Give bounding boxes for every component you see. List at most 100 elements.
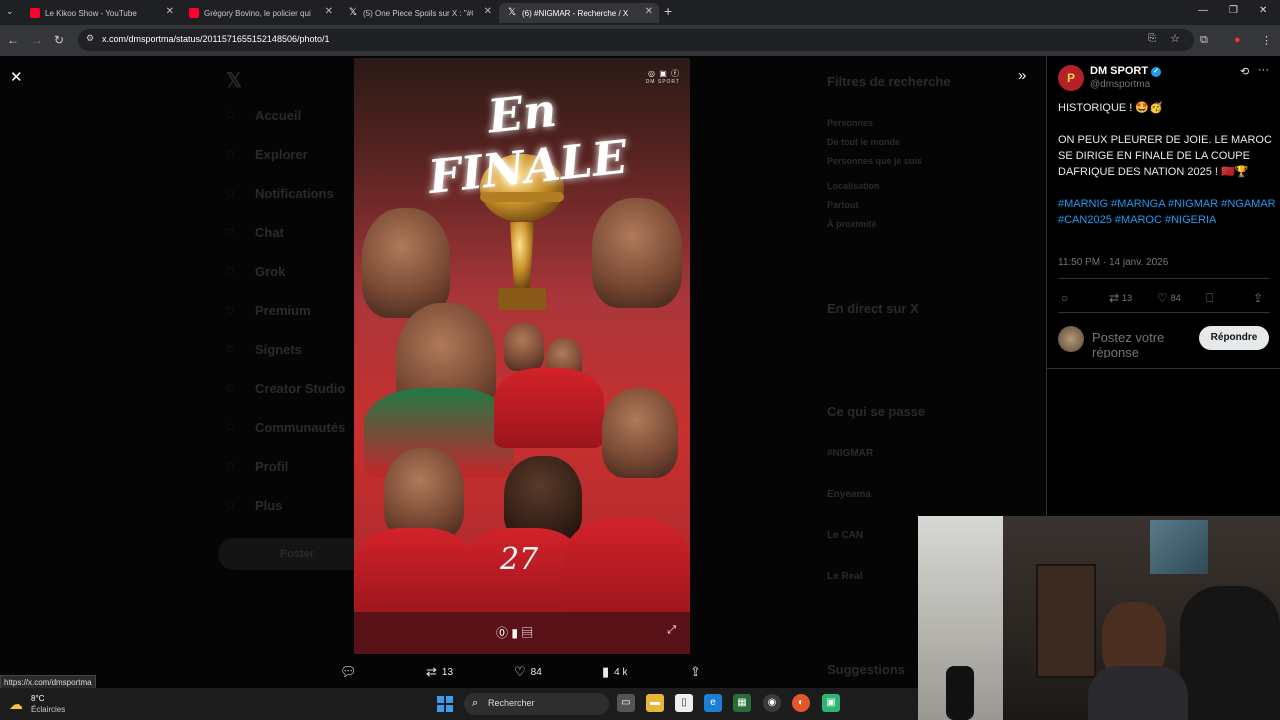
background-live-title: En direct sur X <box>827 301 919 316</box>
weather-icon[interactable]: ☁ <box>9 696 23 713</box>
post-detail-panel: P DM SPORT ✓ @dmsportma ⟲ ··· HISTORIQUE … <box>1046 56 1280 516</box>
forward-icon[interactable]: → <box>31 33 43 47</box>
player-jersey <box>564 518 690 618</box>
tab-youtube-2[interactable]: Grégory Bovino, le policier qui ✕ <box>181 3 339 23</box>
reply-submit-button[interactable]: Répondre <box>1199 326 1269 350</box>
views-action[interactable]: ▮ 4 k <box>602 664 628 680</box>
panel-like-button[interactable]: ♡ 84 <box>1157 291 1181 305</box>
repost-icon: ⇄ <box>1109 291 1120 305</box>
views-count: 4 k <box>614 666 628 678</box>
close-tab-icon[interactable]: ✕ <box>325 6 333 17</box>
background-trend-item: Le CAN <box>827 530 864 541</box>
close-tab-icon[interactable]: ✕ <box>166 6 174 17</box>
reload-icon[interactable]: ↻ <box>54 33 64 47</box>
install-app-icon[interactable]: ⎘ <box>1148 33 1156 44</box>
file-explorer-icon[interactable]: ▬ <box>646 694 664 712</box>
bookmark-icon: ⎕ <box>1206 291 1214 305</box>
url-text: x.com/dmsportma/status/20115716551521485… <box>102 34 330 44</box>
share-action[interactable]: ⇪ <box>690 664 706 680</box>
more-options-icon[interactable]: ··· <box>1258 64 1269 76</box>
notepad-icon[interactable]: ▯ <box>675 694 693 712</box>
background-post-button: Poster <box>218 538 376 570</box>
display-name[interactable]: DM SPORT ✓ <box>1090 65 1162 77</box>
post-hashtags[interactable]: #MARNIG #MARNGA #NIGMAR #NGAMAR #CAN2025… <box>1058 196 1276 228</box>
extensions-icon[interactable]: ⧉ <box>1200 34 1208 47</box>
background-sidebar-item: Explorer <box>255 147 308 162</box>
tab-title: (5) One Piece Spoils sur X : "#O <box>363 8 473 18</box>
panel-bookmark-button[interactable]: ⎕ <box>1206 291 1216 306</box>
divider <box>1047 368 1280 369</box>
profile-icon[interactable]: ● <box>1234 34 1241 46</box>
background-sidebar-icon: ◌ <box>226 301 235 317</box>
tab-search-icon[interactable]: ⌄ <box>6 6 14 17</box>
tab-x-1[interactable]: 𝕏 (5) One Piece Spoils sur X : "#O ✕ <box>340 3 498 23</box>
background-sidebar-icon: ◌ <box>226 457 235 473</box>
like-action[interactable]: ♡ 84 <box>514 664 542 680</box>
panel-share-button[interactable]: ⇪ <box>1253 291 1266 305</box>
background-sidebar-icon: ◌ <box>226 340 235 356</box>
handle[interactable]: @dmsportma <box>1090 79 1150 90</box>
grok-icon[interactable]: ⟲ <box>1240 65 1249 78</box>
bookmark-star-icon[interactable]: ☆ <box>1170 32 1180 45</box>
back-icon[interactable]: ← <box>7 33 19 47</box>
post-text-body: ON PEUX PLEURER DE JOIE. LE MAROC SE DIR… <box>1058 134 1272 178</box>
minimize-icon[interactable]: — <box>1198 5 1208 16</box>
site-info-icon[interactable]: ⚙ <box>86 33 94 44</box>
close-tab-icon[interactable]: ✕ <box>484 6 492 17</box>
background-sidebar-icon: ◌ <box>226 379 235 395</box>
background-suggestions-title: Suggestions <box>827 662 906 677</box>
app-icon[interactable]: ▣ <box>822 694 840 712</box>
restore-icon[interactable]: ❐ <box>1229 5 1238 16</box>
background-filter-item: Personnes que je suis <box>827 156 923 166</box>
reply-input[interactable]: Postez votre réponse <box>1092 330 1192 358</box>
taskbar: ☁ 8°C Éclaircies ⌕ Rechercher ▭ ▬ ▯ e ▦ … <box>0 688 918 720</box>
divider <box>1058 278 1270 279</box>
background-trend-item: Le Real <box>827 571 863 582</box>
panel-reply-button[interactable]: ○ <box>1061 291 1071 305</box>
menu-icon[interactable]: ⋮ <box>1261 34 1272 47</box>
background-sidebar-icon: ◌ <box>226 418 235 434</box>
background-sidebar-icon: ◌ <box>226 496 235 512</box>
chrome-icon[interactable]: ◉ <box>763 694 781 712</box>
mug <box>946 666 974 720</box>
new-tab-button[interactable]: + <box>664 3 672 19</box>
divider <box>1058 312 1270 313</box>
expand-image-icon[interactable]: ⤢ <box>667 624 676 637</box>
address-toolbar: ← → ↻ ⚙ x.com/dmsportma/status/201157165… <box>0 25 1280 56</box>
poster-brand: DM SPORT <box>645 79 680 85</box>
repost-action[interactable]: ⇄ 13 <box>426 664 453 680</box>
background-sidebar-icon: ◌ <box>226 223 235 239</box>
tab-x-active[interactable]: 𝕏 (6) #NIGMAR - Recherche / X ✕ <box>499 3 659 23</box>
player-jersey <box>494 368 604 448</box>
post-timestamp[interactable]: 11:50 PM · 14 janv. 2026 <box>1058 257 1168 268</box>
reply-action[interactable]: 💬︎ <box>340 664 362 680</box>
weather-condition[interactable]: Éclaircies <box>31 705 65 714</box>
player-jersey <box>354 528 474 618</box>
heart-icon: ♡ <box>1157 291 1168 305</box>
background-sidebar-icon: ◌ <box>226 262 235 278</box>
close-viewer-icon[interactable]: ✕ <box>10 68 23 86</box>
background-sidebar-item: Signets <box>255 342 302 357</box>
avatar[interactable]: P <box>1058 65 1084 91</box>
taskbar-search[interactable]: ⌕ Rechercher <box>464 693 609 715</box>
tab-youtube-1[interactable]: Le Kikoo Show - YouTube ✕ <box>22 3 180 23</box>
jersey-number: 27 <box>500 542 539 577</box>
youtube-icon <box>189 8 199 18</box>
player-portrait <box>602 388 678 478</box>
temperature[interactable]: 8°C <box>31 694 44 703</box>
toggle-panel-icon[interactable]: » <box>1018 67 1026 84</box>
background-filter-item: Partout <box>827 200 859 210</box>
background-sidebar-icon: ◌ <box>226 106 235 122</box>
close-window-icon[interactable]: ✕ <box>1259 5 1267 16</box>
url-bar[interactable]: ⚙ x.com/dmsportma/status/201157165515214… <box>78 29 1194 51</box>
firefox-icon[interactable]: ◐ <box>792 694 810 712</box>
post-photo[interactable]: ◎ ▣ ⓕ DM SPORT En FINALE 27 ⓪ ▮ ▤ ⤢ <box>354 58 690 654</box>
close-tab-icon[interactable]: ✕ <box>645 6 653 17</box>
store-icon[interactable]: ▦ <box>733 694 751 712</box>
background-sidebar-icon: ◌ <box>226 184 235 200</box>
panel-repost-button[interactable]: ⇄ 13 <box>1109 291 1132 305</box>
task-view-icon[interactable]: ▭ <box>617 694 635 712</box>
repost-count: 13 <box>441 666 454 678</box>
edge-icon[interactable]: e <box>704 694 722 712</box>
windows-start-icon[interactable] <box>437 696 453 712</box>
